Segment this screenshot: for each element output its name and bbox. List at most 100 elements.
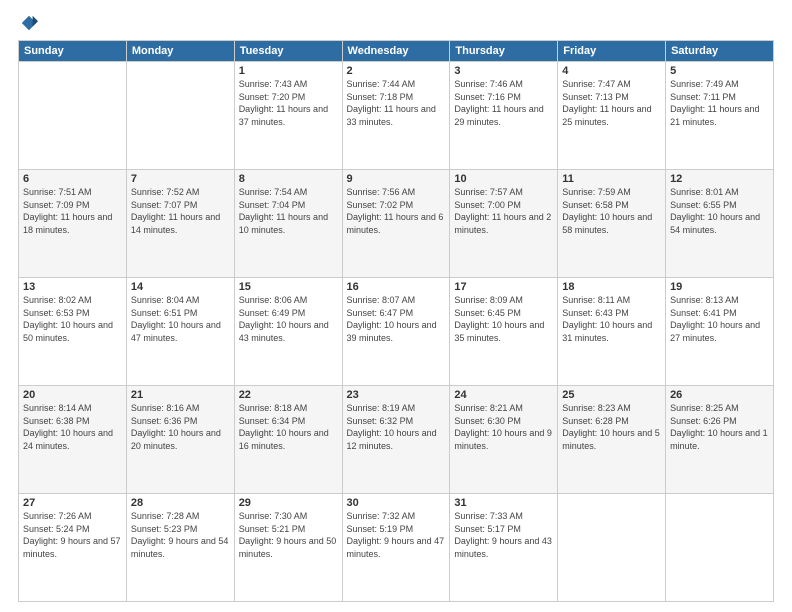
day-cell: 29Sunrise: 7:30 AM Sunset: 5:21 PM Dayli… — [234, 494, 342, 602]
week-row-1: 1Sunrise: 7:43 AM Sunset: 7:20 PM Daylig… — [19, 62, 774, 170]
day-cell: 9Sunrise: 7:56 AM Sunset: 7:02 PM Daylig… — [342, 170, 450, 278]
day-number: 21 — [131, 389, 230, 401]
day-number: 30 — [347, 497, 446, 509]
day-cell: 31Sunrise: 7:33 AM Sunset: 5:17 PM Dayli… — [450, 494, 558, 602]
day-number: 25 — [562, 389, 661, 401]
day-number: 26 — [670, 389, 769, 401]
calendar-table: SundayMondayTuesdayWednesdayThursdayFrid… — [18, 40, 774, 602]
week-row-3: 13Sunrise: 8:02 AM Sunset: 6:53 PM Dayli… — [19, 278, 774, 386]
week-row-5: 27Sunrise: 7:26 AM Sunset: 5:24 PM Dayli… — [19, 494, 774, 602]
day-number: 11 — [562, 173, 661, 185]
page: SundayMondayTuesdayWednesdayThursdayFrid… — [0, 0, 792, 612]
day-number: 6 — [23, 173, 122, 185]
day-number: 15 — [239, 281, 338, 293]
day-cell: 22Sunrise: 8:18 AM Sunset: 6:34 PM Dayli… — [234, 386, 342, 494]
day-cell: 3Sunrise: 7:46 AM Sunset: 7:16 PM Daylig… — [450, 62, 558, 170]
day-cell: 28Sunrise: 7:28 AM Sunset: 5:23 PM Dayli… — [126, 494, 234, 602]
header — [18, 14, 774, 32]
day-number: 12 — [670, 173, 769, 185]
day-info: Sunrise: 7:26 AM Sunset: 5:24 PM Dayligh… — [23, 510, 122, 560]
day-number: 14 — [131, 281, 230, 293]
day-info: Sunrise: 8:11 AM Sunset: 6:43 PM Dayligh… — [562, 294, 661, 344]
day-info: Sunrise: 8:13 AM Sunset: 6:41 PM Dayligh… — [670, 294, 769, 344]
day-cell: 15Sunrise: 8:06 AM Sunset: 6:49 PM Dayli… — [234, 278, 342, 386]
day-number: 24 — [454, 389, 553, 401]
day-cell: 10Sunrise: 7:57 AM Sunset: 7:00 PM Dayli… — [450, 170, 558, 278]
day-info: Sunrise: 8:23 AM Sunset: 6:28 PM Dayligh… — [562, 402, 661, 452]
day-number: 7 — [131, 173, 230, 185]
day-info: Sunrise: 8:18 AM Sunset: 6:34 PM Dayligh… — [239, 402, 338, 452]
day-info: Sunrise: 7:54 AM Sunset: 7:04 PM Dayligh… — [239, 186, 338, 236]
day-number: 19 — [670, 281, 769, 293]
day-info: Sunrise: 8:07 AM Sunset: 6:47 PM Dayligh… — [347, 294, 446, 344]
day-number: 17 — [454, 281, 553, 293]
day-cell: 20Sunrise: 8:14 AM Sunset: 6:38 PM Dayli… — [19, 386, 127, 494]
day-info: Sunrise: 7:46 AM Sunset: 7:16 PM Dayligh… — [454, 78, 553, 128]
day-number: 4 — [562, 65, 661, 77]
day-info: Sunrise: 8:19 AM Sunset: 6:32 PM Dayligh… — [347, 402, 446, 452]
day-info: Sunrise: 7:57 AM Sunset: 7:00 PM Dayligh… — [454, 186, 553, 236]
day-number: 10 — [454, 173, 553, 185]
day-cell: 16Sunrise: 8:07 AM Sunset: 6:47 PM Dayli… — [342, 278, 450, 386]
day-cell: 2Sunrise: 7:44 AM Sunset: 7:18 PM Daylig… — [342, 62, 450, 170]
day-number: 16 — [347, 281, 446, 293]
day-info: Sunrise: 7:30 AM Sunset: 5:21 PM Dayligh… — [239, 510, 338, 560]
col-header-saturday: Saturday — [666, 41, 774, 62]
day-info: Sunrise: 7:33 AM Sunset: 5:17 PM Dayligh… — [454, 510, 553, 560]
day-cell — [19, 62, 127, 170]
day-number: 8 — [239, 173, 338, 185]
week-row-2: 6Sunrise: 7:51 AM Sunset: 7:09 PM Daylig… — [19, 170, 774, 278]
day-info: Sunrise: 7:47 AM Sunset: 7:13 PM Dayligh… — [562, 78, 661, 128]
day-info: Sunrise: 8:06 AM Sunset: 6:49 PM Dayligh… — [239, 294, 338, 344]
day-number: 20 — [23, 389, 122, 401]
col-header-thursday: Thursday — [450, 41, 558, 62]
day-info: Sunrise: 7:49 AM Sunset: 7:11 PM Dayligh… — [670, 78, 769, 128]
day-number: 28 — [131, 497, 230, 509]
day-cell: 7Sunrise: 7:52 AM Sunset: 7:07 PM Daylig… — [126, 170, 234, 278]
col-header-monday: Monday — [126, 41, 234, 62]
calendar-header-row: SundayMondayTuesdayWednesdayThursdayFrid… — [19, 41, 774, 62]
day-cell: 8Sunrise: 7:54 AM Sunset: 7:04 PM Daylig… — [234, 170, 342, 278]
day-number: 29 — [239, 497, 338, 509]
day-cell: 24Sunrise: 8:21 AM Sunset: 6:30 PM Dayli… — [450, 386, 558, 494]
col-header-sunday: Sunday — [19, 41, 127, 62]
day-cell — [666, 494, 774, 602]
day-cell — [558, 494, 666, 602]
day-info: Sunrise: 7:44 AM Sunset: 7:18 PM Dayligh… — [347, 78, 446, 128]
col-header-tuesday: Tuesday — [234, 41, 342, 62]
day-cell — [126, 62, 234, 170]
day-cell: 27Sunrise: 7:26 AM Sunset: 5:24 PM Dayli… — [19, 494, 127, 602]
day-cell: 21Sunrise: 8:16 AM Sunset: 6:36 PM Dayli… — [126, 386, 234, 494]
day-number: 31 — [454, 497, 553, 509]
day-number: 2 — [347, 65, 446, 77]
col-header-friday: Friday — [558, 41, 666, 62]
day-info: Sunrise: 7:59 AM Sunset: 6:58 PM Dayligh… — [562, 186, 661, 236]
day-number: 5 — [670, 65, 769, 77]
day-number: 27 — [23, 497, 122, 509]
day-cell: 13Sunrise: 8:02 AM Sunset: 6:53 PM Dayli… — [19, 278, 127, 386]
day-info: Sunrise: 7:56 AM Sunset: 7:02 PM Dayligh… — [347, 186, 446, 236]
day-cell: 11Sunrise: 7:59 AM Sunset: 6:58 PM Dayli… — [558, 170, 666, 278]
day-number: 18 — [562, 281, 661, 293]
day-info: Sunrise: 8:04 AM Sunset: 6:51 PM Dayligh… — [131, 294, 230, 344]
logo-icon — [20, 14, 38, 32]
day-cell: 1Sunrise: 7:43 AM Sunset: 7:20 PM Daylig… — [234, 62, 342, 170]
day-cell: 30Sunrise: 7:32 AM Sunset: 5:19 PM Dayli… — [342, 494, 450, 602]
day-info: Sunrise: 8:21 AM Sunset: 6:30 PM Dayligh… — [454, 402, 553, 452]
day-cell: 14Sunrise: 8:04 AM Sunset: 6:51 PM Dayli… — [126, 278, 234, 386]
day-cell: 5Sunrise: 7:49 AM Sunset: 7:11 PM Daylig… — [666, 62, 774, 170]
week-row-4: 20Sunrise: 8:14 AM Sunset: 6:38 PM Dayli… — [19, 386, 774, 494]
day-info: Sunrise: 8:16 AM Sunset: 6:36 PM Dayligh… — [131, 402, 230, 452]
day-cell: 12Sunrise: 8:01 AM Sunset: 6:55 PM Dayli… — [666, 170, 774, 278]
day-info: Sunrise: 7:32 AM Sunset: 5:19 PM Dayligh… — [347, 510, 446, 560]
day-info: Sunrise: 7:28 AM Sunset: 5:23 PM Dayligh… — [131, 510, 230, 560]
day-cell: 18Sunrise: 8:11 AM Sunset: 6:43 PM Dayli… — [558, 278, 666, 386]
day-cell: 6Sunrise: 7:51 AM Sunset: 7:09 PM Daylig… — [19, 170, 127, 278]
day-number: 22 — [239, 389, 338, 401]
day-info: Sunrise: 8:09 AM Sunset: 6:45 PM Dayligh… — [454, 294, 553, 344]
day-number: 3 — [454, 65, 553, 77]
day-info: Sunrise: 7:52 AM Sunset: 7:07 PM Dayligh… — [131, 186, 230, 236]
day-number: 13 — [23, 281, 122, 293]
day-cell: 4Sunrise: 7:47 AM Sunset: 7:13 PM Daylig… — [558, 62, 666, 170]
day-info: Sunrise: 8:14 AM Sunset: 6:38 PM Dayligh… — [23, 402, 122, 452]
